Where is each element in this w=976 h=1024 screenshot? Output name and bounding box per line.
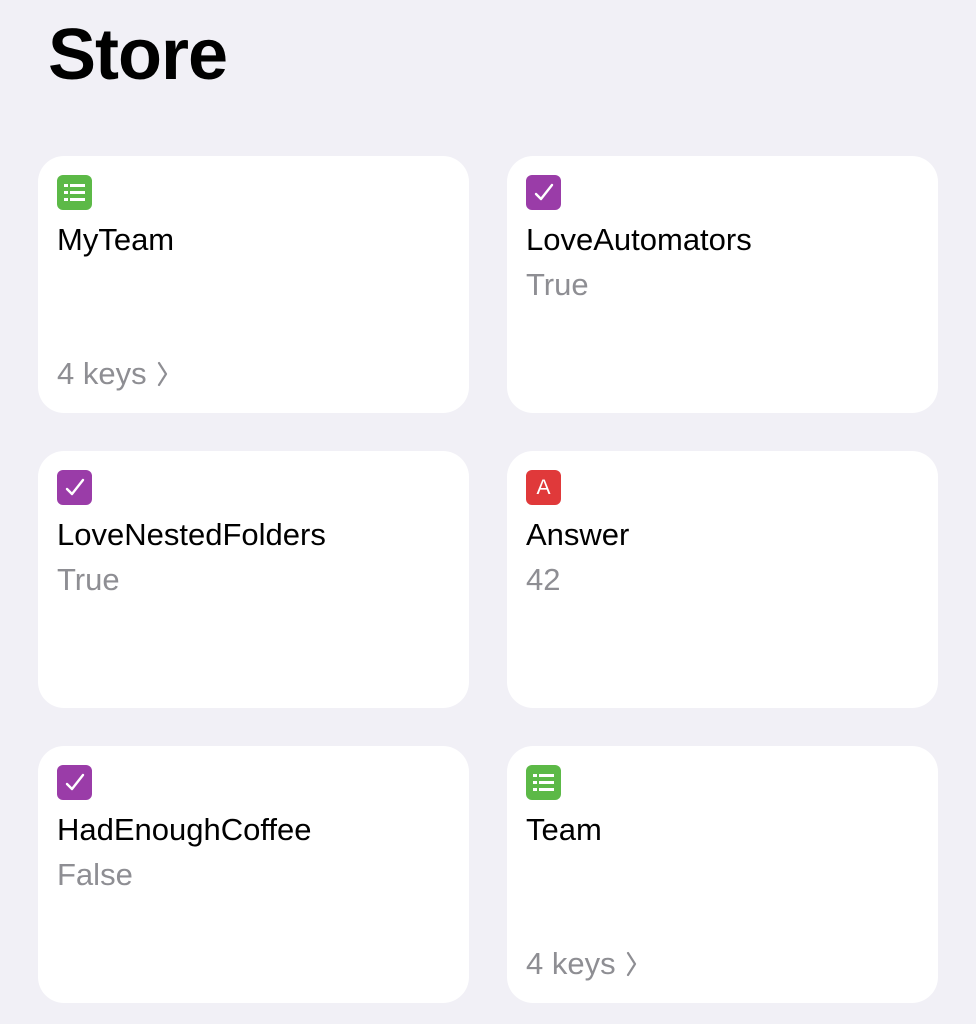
store-grid: MyTeam 4 keys LoveAutomators True LoveNe… — [38, 156, 938, 1003]
keys-count: 4 keys — [57, 356, 147, 391]
keys-count-link[interactable]: 4 keys — [526, 944, 637, 984]
text-icon: A — [526, 470, 561, 505]
item-name: Answer — [526, 517, 630, 552]
item-name: MyTeam — [57, 222, 175, 257]
store-item-team[interactable]: Team 4 keys — [507, 746, 938, 1003]
keys-count: 4 keys — [526, 946, 616, 981]
store-item-hadenoughcoffee[interactable]: HadEnoughCoffee False — [38, 746, 469, 1003]
item-value: 42 — [526, 562, 561, 597]
item-name: Team — [526, 812, 602, 847]
boolean-check-icon — [526, 175, 561, 210]
store-item-lovenestedfolders[interactable]: LoveNestedFolders True — [38, 451, 469, 708]
item-value: False — [57, 857, 133, 892]
item-value: True — [57, 562, 120, 597]
item-value: True — [526, 267, 589, 302]
dictionary-icon — [57, 175, 92, 210]
item-name: LoveNestedFolders — [57, 517, 326, 552]
item-name: HadEnoughCoffee — [57, 812, 312, 847]
chevron-right-icon — [157, 361, 168, 387]
chevron-right-icon — [626, 951, 637, 977]
store-item-loveautomators[interactable]: LoveAutomators True — [507, 156, 938, 413]
store-item-myteam[interactable]: MyTeam 4 keys — [38, 156, 469, 413]
store-item-answer[interactable]: A Answer 42 — [507, 451, 938, 708]
text-icon-letter: A — [536, 476, 551, 499]
dictionary-icon — [526, 765, 561, 800]
boolean-check-icon — [57, 470, 92, 505]
keys-count-link[interactable]: 4 keys — [57, 354, 168, 394]
item-name: LoveAutomators — [526, 222, 752, 257]
page-title: Store — [48, 15, 228, 95]
boolean-check-icon — [57, 765, 92, 800]
